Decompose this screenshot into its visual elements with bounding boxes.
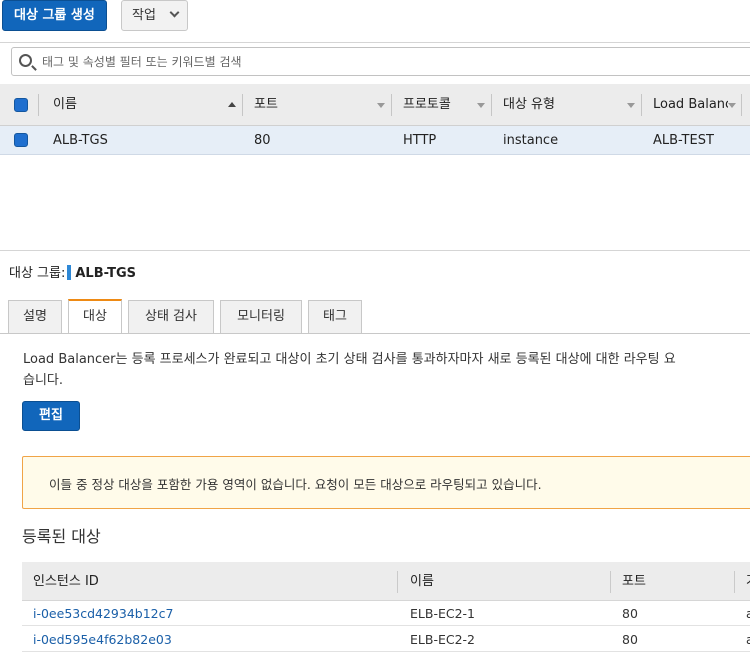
column-header-target-type[interactable]: 대상 유형 xyxy=(503,84,555,126)
column-separator xyxy=(242,94,243,116)
cell-availability-zone: a xyxy=(746,606,750,621)
sort-icon[interactable] xyxy=(728,103,736,108)
actions-button-label: 작업 xyxy=(132,8,156,23)
column-header-port[interactable]: 포트 xyxy=(254,84,278,126)
column-header-protocol[interactable]: 프로토콜 xyxy=(403,84,451,126)
column-separator xyxy=(641,94,642,116)
title-accent-bar xyxy=(67,265,72,280)
cell-port: 80 xyxy=(254,133,271,148)
cell-load-balancer: ALB-TEST xyxy=(653,133,714,148)
column-header-instance-id[interactable]: 인스턴스 ID xyxy=(33,562,99,601)
column-separator xyxy=(734,571,735,593)
column-separator xyxy=(491,94,492,116)
instance-id-link[interactable]: i-0ee53cd42934b12c7 xyxy=(33,601,173,626)
tab-monitoring[interactable]: 모니터링 xyxy=(220,300,302,334)
chevron-down-icon xyxy=(169,7,180,18)
column-header-name[interactable]: 이름 xyxy=(410,562,434,601)
description-line-2: 습니다. xyxy=(23,373,64,388)
edit-button[interactable]: 편집 xyxy=(22,401,80,431)
cell-protocol: HTTP xyxy=(403,133,437,148)
select-all-checkbox[interactable] xyxy=(14,98,28,112)
tab-description[interactable]: 설명 xyxy=(8,300,62,334)
targets-description: Load Balancer는 등록 프로세스가 완료되고 대상이 초기 상태 검… xyxy=(23,349,750,391)
toolbar-divider xyxy=(0,42,750,43)
column-header-load-balancer[interactable]: Load Balanc xyxy=(653,84,728,126)
target-groups-table-header: 이름 포트 프로토콜 대상 유형 Load Balanc xyxy=(0,84,750,126)
search-input[interactable] xyxy=(42,52,742,72)
cell-name: ALB-TGS xyxy=(53,133,108,148)
column-header-availability-zone[interactable]: 가 xyxy=(746,562,750,601)
panel-divider xyxy=(0,250,750,251)
sort-ascending-icon[interactable] xyxy=(228,102,236,107)
sort-icon[interactable] xyxy=(477,103,485,108)
warning-alert: 이들 중 정상 대상을 포함한 가용 영역이 없습니다. 요청이 모든 대상으로… xyxy=(22,456,750,509)
cell-target-type: instance xyxy=(503,133,559,148)
table-row: i-0ee53cd42934b12c7 ELB-EC2-1 80 a xyxy=(22,601,750,626)
column-separator xyxy=(610,571,611,593)
detail-target-group-name: ALB-TGS xyxy=(75,266,136,281)
row-checkbox[interactable] xyxy=(14,133,28,147)
cell-port: 80 xyxy=(622,606,638,621)
registered-targets-table-header: 인스턴스 ID 이름 포트 가 xyxy=(22,562,750,601)
table-row: i-0ed595e4f62b82e03 ELB-EC2-2 80 a xyxy=(22,627,750,652)
cell-port: 80 xyxy=(622,632,638,647)
table-row[interactable]: ALB-TGS 80 HTTP instance ALB-TEST xyxy=(0,126,750,155)
tabs-divider xyxy=(0,333,750,334)
column-separator xyxy=(741,94,742,116)
cell-name: ELB-EC2-2 xyxy=(410,632,475,647)
column-header-name[interactable]: 이름 xyxy=(53,84,77,126)
alert-message: 이들 중 정상 대상을 포함한 가용 영역이 없습니다. 요청이 모든 대상으로… xyxy=(49,477,542,492)
search-bar[interactable] xyxy=(11,47,750,76)
tab-tags[interactable]: 태그 xyxy=(308,300,362,334)
registered-targets-title: 등록된 대상 xyxy=(22,527,101,546)
tab-targets[interactable]: 대상 xyxy=(68,299,122,334)
actions-dropdown-button[interactable]: 작업 xyxy=(121,0,188,31)
sort-icon[interactable] xyxy=(377,103,385,108)
detail-title: 대상 그룹: ALB-TGS xyxy=(9,262,136,281)
sort-icon[interactable] xyxy=(627,103,635,108)
cell-availability-zone: a xyxy=(746,632,750,647)
detail-label: 대상 그룹: xyxy=(9,266,66,281)
description-line-1: Load Balancer는 등록 프로세스가 완료되고 대상이 초기 상태 검… xyxy=(23,352,676,367)
instance-id-link[interactable]: i-0ed595e4f62b82e03 xyxy=(33,627,172,652)
cell-name: ELB-EC2-1 xyxy=(410,606,475,621)
create-target-group-button[interactable]: 대상 그룹 생성 xyxy=(2,0,107,31)
column-separator xyxy=(397,571,398,593)
column-separator xyxy=(38,94,39,116)
tab-health-checks[interactable]: 상태 검사 xyxy=(128,300,214,334)
column-separator xyxy=(391,94,392,116)
search-icon xyxy=(19,54,32,67)
column-header-port[interactable]: 포트 xyxy=(622,562,646,601)
